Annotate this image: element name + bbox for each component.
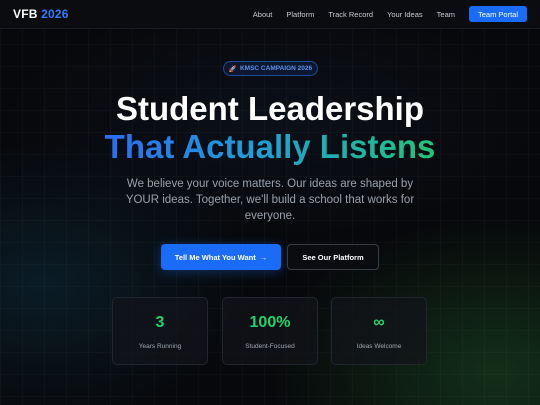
top-nav-bar: VFB 2026 About Platform Track Record You… — [0, 0, 540, 29]
team-portal-button[interactable]: Team Portal — [469, 6, 527, 22]
nav-link-your-ideas[interactable]: Your Ideas — [387, 10, 423, 19]
hero-title-line-1: Student Leadership — [115, 90, 425, 127]
stat-card-years: 3 Years Running — [112, 297, 208, 365]
nav-link-track-record[interactable]: Track Record — [328, 10, 373, 19]
primary-button-label: Tell Me What You Want — [174, 252, 256, 262]
nav-link-platform[interactable]: Platform — [286, 10, 314, 19]
stat-card-student-focused: 100% Student-Focused — [222, 297, 318, 365]
logo-year: 2026 — [41, 7, 69, 21]
arrow-right-icon: → — [259, 252, 268, 262]
nav-link-team[interactable]: Team — [437, 10, 455, 19]
logo-text: VFB — [13, 7, 38, 21]
stat-label: Years Running — [138, 343, 182, 350]
hero-subtitle: We believe your voice matters. Our ideas… — [125, 178, 415, 222]
tell-me-what-you-want-button[interactable]: Tell Me What You Want → — [161, 244, 281, 270]
stat-value: ∞ — [373, 314, 385, 331]
campaign-badge-label: KMSC CAMPAIGN 2026 — [239, 65, 313, 72]
stat-value: 100% — [249, 314, 291, 331]
campaign-badge: 🚀 KMSC CAMPAIGN 2026 — [223, 61, 318, 76]
site-logo[interactable]: VFB 2026 — [13, 7, 69, 21]
stat-label: Student-Focused — [245, 343, 295, 350]
nav-link-about[interactable]: About — [253, 10, 273, 19]
stat-card-ideas: ∞ Ideas Welcome — [331, 297, 427, 365]
stat-label: Ideas Welcome — [356, 343, 402, 350]
see-our-platform-button[interactable]: See Our Platform — [287, 244, 379, 270]
secondary-button-label: See Our Platform — [302, 252, 364, 262]
stat-value: 3 — [155, 314, 165, 331]
rocket-icon: 🚀 — [228, 65, 237, 73]
hero-title-gradient-text: That Actually Listens — [104, 128, 436, 165]
main-navigation: About Platform Track Record Your Ideas T… — [253, 6, 527, 22]
hero-title-line-2: That Actually Listens — [0, 129, 540, 165]
